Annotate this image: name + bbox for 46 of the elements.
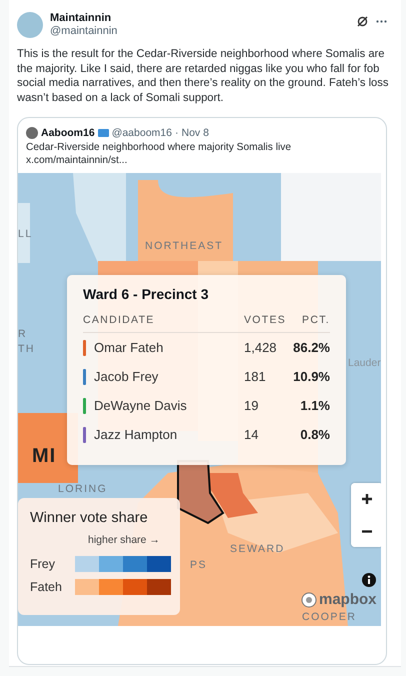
card-title: Ward 6 - Precinct 3 [83, 286, 210, 302]
vote-count: 181 [244, 368, 267, 386]
quoted-post-card[interactable] [17, 117, 387, 666]
map-label: LORING [58, 483, 108, 496]
map-label: Lauder [348, 357, 381, 370]
display-name[interactable]: Maintainnin [50, 12, 350, 25]
more-icon[interactable] [376, 20, 387, 23]
candidate-name: DeWayne Davis [94, 398, 187, 414]
legend-direction-label: higher share → [88, 534, 161, 546]
map-label: TH [18, 343, 35, 356]
quoted-text: Cedar-Riverside neighborhood where majority Somalis live [26, 141, 292, 154]
minus-icon [361, 530, 373, 533]
avatar[interactable] [26, 127, 38, 140]
post-link[interactable]: x.com/maintainnin/st... [26, 154, 378, 168]
map-label: NORTHEAST [145, 240, 224, 252]
vote-percentage: 86.2% [292, 339, 330, 358]
map-label: SEWARD [230, 543, 285, 556]
map-label: MI [32, 445, 56, 468]
vote-count: 14 [244, 426, 260, 444]
vote-count: 19 [244, 397, 260, 416]
vote-count: 1,428 [244, 339, 278, 358]
candidate-name: Jacob Frey [94, 369, 158, 384]
logo-icon [301, 592, 317, 608]
user-handle[interactable]: @maintainnin [50, 25, 350, 38]
legend-label: Fateh [30, 580, 63, 594]
column-header: CANDIDATE [83, 314, 244, 334]
map-label: R [18, 328, 28, 340]
separator: · [174, 127, 178, 140]
candidate-name: Jazz Hampton [94, 427, 178, 442]
vote-percentage: 1.1% [299, 397, 330, 416]
map-label: LL [18, 228, 33, 240]
candidate-name: Omar Fateh [94, 340, 164, 356]
info-icon[interactable] [362, 573, 376, 588]
vote-percentage: 10.9% [292, 368, 330, 386]
map-label: PS [190, 559, 208, 572]
vote-percentage: 0.8% [299, 426, 330, 444]
plus-icon [361, 493, 373, 506]
legend-title: Winner vote share [30, 510, 149, 526]
user-handle: @aaboom16 [112, 127, 172, 140]
slashed-circle-icon[interactable] [357, 16, 368, 27]
post-date: Nov 8 [181, 127, 209, 140]
display-name: Aaboom16 [41, 127, 95, 140]
flag-icon [98, 129, 109, 138]
post-text: This is the result for the Cedar-Riverside neighborhood where Somalis are the majority. Like I said, there are retarded niggas like you who fall for fob social media narratives, and then there’s reality on the ground. Fateh’s loss wasn’t based on a lack of Somali support. [17, 47, 389, 106]
legend-label: Frey [30, 556, 56, 571]
column-header: VOTES [244, 314, 282, 334]
